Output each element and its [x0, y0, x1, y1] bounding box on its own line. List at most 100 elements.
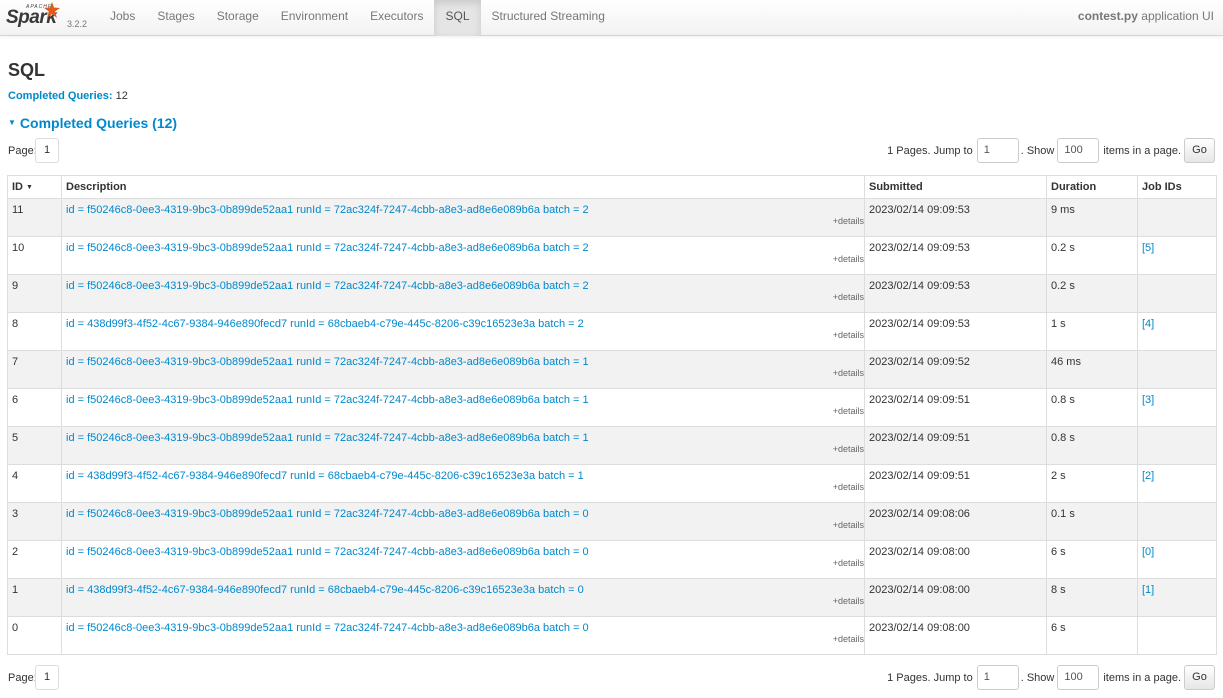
description-link[interactable]: id = 438d99f3-4f52-4c67-9384-946e890fecd… [66, 470, 584, 482]
app-name: contest.py [1077, 9, 1138, 23]
paging-bottom: Page: 1 1 Pages. Jump to 1 . Show 100 it… [0, 665, 1223, 691]
go-button[interactable]: Go [1184, 665, 1215, 690]
details-toggle[interactable]: +details [833, 216, 864, 226]
job-id-link[interactable]: [1] [1142, 584, 1154, 596]
cell-id: 4 [7, 464, 62, 503]
description-link[interactable]: id = f50246c8-0ee3-4319-9bc3-0b899de52aa… [66, 432, 589, 444]
cell-submitted: 2023/02/14 09:09:53 [864, 236, 1047, 275]
tab-sql[interactable]: SQL [434, 0, 481, 36]
tab-environment[interactable]: Environment [270, 0, 359, 36]
tab-storage[interactable]: Storage [206, 0, 270, 36]
cell-id: 10 [7, 236, 62, 275]
table-row: 6 id = f50246c8-0ee3-4319-9bc3-0b899de52… [7, 388, 1217, 427]
cell-description: id = f50246c8-0ee3-4319-9bc3-0b899de52aa… [61, 388, 865, 427]
cell-description: id = 438d99f3-4f52-4c67-9384-946e890fecd… [61, 312, 865, 351]
description-link[interactable]: id = f50246c8-0ee3-4319-9bc3-0b899de52aa… [66, 394, 589, 406]
header-id[interactable]: ID ▼ [7, 175, 62, 199]
page-number-button[interactable]: 1 [35, 665, 59, 690]
header-submitted[interactable]: Submitted [864, 175, 1047, 199]
cell-duration: 0.2 s [1046, 274, 1138, 313]
details-toggle[interactable]: +details [833, 558, 864, 568]
cell-duration: 0.8 s [1046, 426, 1138, 465]
cell-submitted: 2023/02/14 09:08:00 [864, 616, 1047, 655]
cell-duration: 0.8 s [1046, 388, 1138, 427]
completed-queries-summary: Completed Queries: 12 [8, 90, 128, 102]
completed-queries-link[interactable]: Completed Queries: [8, 90, 113, 102]
header-duration[interactable]: Duration [1046, 175, 1138, 199]
cell-job-ids [1137, 616, 1217, 655]
jump-to-page-input[interactable]: 1 [976, 665, 1019, 690]
job-id-link[interactable]: [3] [1142, 394, 1154, 406]
cell-job-ids: [1] [1137, 578, 1217, 617]
description-link[interactable]: id = f50246c8-0ee3-4319-9bc3-0b899de52aa… [66, 242, 589, 254]
details-toggle[interactable]: +details [833, 254, 864, 264]
description-link[interactable]: id = f50246c8-0ee3-4319-9bc3-0b899de52aa… [66, 204, 589, 216]
description-link[interactable]: id = f50246c8-0ee3-4319-9bc3-0b899de52aa… [66, 622, 589, 634]
details-toggle[interactable]: +details [833, 444, 864, 454]
job-id-link[interactable]: [5] [1142, 242, 1154, 254]
cell-duration: 8 s [1046, 578, 1138, 617]
header-id-label: ID [12, 181, 23, 193]
application-title: contest.py application UI [1078, 0, 1214, 33]
cell-id: 5 [7, 426, 62, 465]
page-size-input[interactable]: 100 [1057, 138, 1100, 163]
description-link[interactable]: id = f50246c8-0ee3-4319-9bc3-0b899de52aa… [66, 508, 589, 520]
description-link[interactable]: id = 438d99f3-4f52-4c67-9384-946e890fecd… [66, 318, 584, 330]
table-row: 8 id = 438d99f3-4f52-4c67-9384-946e890fe… [7, 312, 1217, 351]
cell-job-ids: [3] [1137, 388, 1217, 427]
cell-submitted: 2023/02/14 09:08:06 [864, 502, 1047, 541]
cell-id: 8 [7, 312, 62, 351]
go-button[interactable]: Go [1184, 138, 1215, 163]
details-toggle[interactable]: +details [833, 292, 864, 302]
cell-duration: 46 ms [1046, 350, 1138, 389]
cell-job-ids [1137, 198, 1217, 237]
description-link[interactable]: id = 438d99f3-4f52-4c67-9384-946e890fecd… [66, 584, 584, 596]
details-toggle[interactable]: +details [833, 482, 864, 492]
cell-job-ids [1137, 274, 1217, 313]
cell-id: 11 [7, 198, 62, 237]
table-row: 3 id = f50246c8-0ee3-4319-9bc3-0b899de52… [7, 502, 1217, 541]
cell-description: id = f50246c8-0ee3-4319-9bc3-0b899de52aa… [61, 616, 865, 655]
details-toggle[interactable]: +details [833, 596, 864, 606]
cell-job-ids [1137, 426, 1217, 465]
tab-executors[interactable]: Executors [359, 0, 434, 36]
tab-jobs[interactable]: Jobs [99, 0, 146, 36]
tab-stages[interactable]: Stages [146, 0, 205, 36]
cell-job-ids: [2] [1137, 464, 1217, 503]
details-toggle[interactable]: +details [833, 520, 864, 530]
description-link[interactable]: id = f50246c8-0ee3-4319-9bc3-0b899de52aa… [66, 280, 589, 292]
cell-submitted: 2023/02/14 09:09:53 [864, 198, 1047, 237]
header-description[interactable]: Description [61, 175, 865, 199]
paging-controls: 1 Pages. Jump to 1 . Show 100 items in a… [887, 138, 1215, 163]
description-link[interactable]: id = f50246c8-0ee3-4319-9bc3-0b899de52aa… [66, 356, 589, 368]
cell-submitted: 2023/02/14 09:08:00 [864, 540, 1047, 579]
jump-to-page-input[interactable]: 1 [976, 138, 1019, 163]
tab-structured-streaming[interactable]: Structured Streaming [481, 0, 616, 36]
details-toggle[interactable]: +details [833, 406, 864, 416]
items-text: items in a page. [1103, 144, 1181, 157]
cell-duration: 9 ms [1046, 198, 1138, 237]
description-link[interactable]: id = f50246c8-0ee3-4319-9bc3-0b899de52aa… [66, 546, 589, 558]
job-id-link[interactable]: [2] [1142, 470, 1154, 482]
job-id-link[interactable]: [4] [1142, 318, 1154, 330]
details-toggle[interactable]: +details [833, 368, 864, 378]
spark-logo[interactable]: APACHE Spark 3.2.2 [6, 2, 92, 34]
table-body: 11 id = f50246c8-0ee3-4319-9bc3-0b899de5… [7, 198, 1217, 655]
cell-submitted: 2023/02/14 09:09:52 [864, 350, 1047, 389]
page-size-input[interactable]: 100 [1057, 665, 1100, 690]
cell-description: id = f50246c8-0ee3-4319-9bc3-0b899de52aa… [61, 198, 865, 237]
table-row: 4 id = 438d99f3-4f52-4c67-9384-946e890fe… [7, 464, 1217, 503]
header-job-ids[interactable]: Job IDs [1137, 175, 1217, 199]
page-number-button[interactable]: 1 [35, 138, 59, 163]
nav-tabs: Jobs Stages Storage Environment Executor… [99, 0, 616, 36]
sort-desc-icon: ▼ [26, 184, 33, 191]
table-row: 1 id = 438d99f3-4f52-4c67-9384-946e890fe… [7, 578, 1217, 617]
collapse-arrow-icon: ▼ [8, 118, 16, 127]
cell-description: id = f50246c8-0ee3-4319-9bc3-0b899de52aa… [61, 236, 865, 275]
cell-submitted: 2023/02/14 09:09:51 [864, 464, 1047, 503]
details-toggle[interactable]: +details [833, 634, 864, 644]
details-toggle[interactable]: +details [833, 330, 864, 340]
cell-job-ids: [0] [1137, 540, 1217, 579]
job-id-link[interactable]: [0] [1142, 546, 1154, 558]
completed-queries-section-toggle[interactable]: ▼ Completed Queries (12) [8, 115, 177, 131]
